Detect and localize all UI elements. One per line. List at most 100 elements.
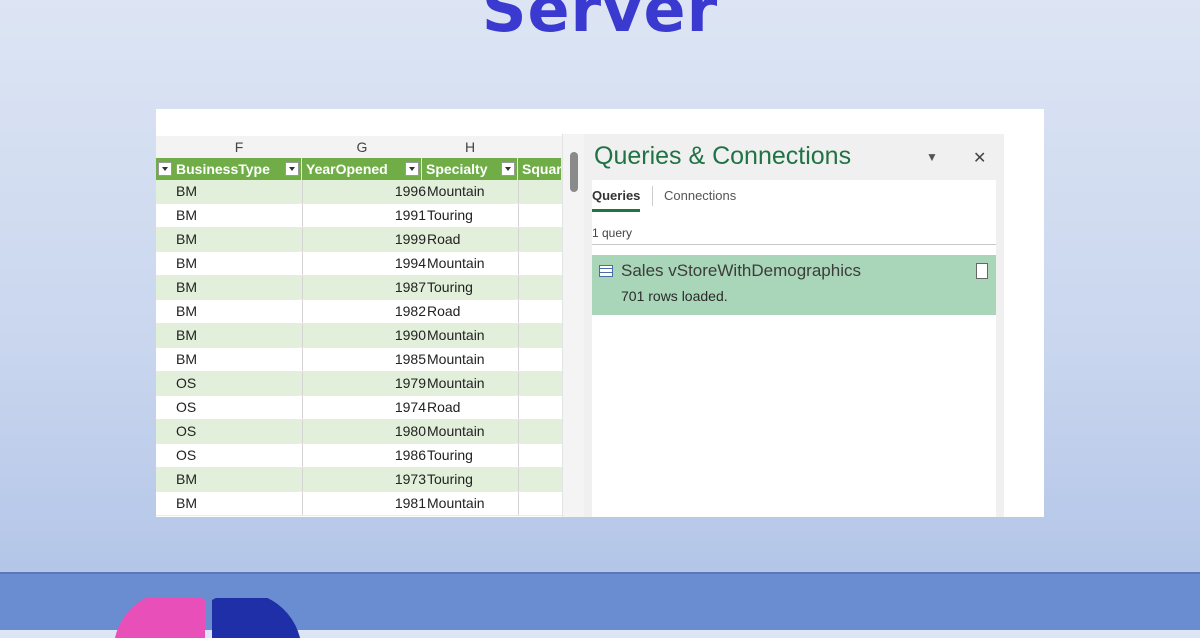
cell-businesstype[interactable]: BM <box>176 300 197 323</box>
cell-divider <box>518 276 519 299</box>
cell-yearopened[interactable]: 1987 <box>346 276 426 299</box>
tab-queries[interactable]: Queries <box>592 188 641 212</box>
cell-divider <box>518 420 519 443</box>
cell-specialty[interactable]: Mountain <box>427 420 485 443</box>
cell-yearopened[interactable]: 1985 <box>346 348 426 371</box>
table-row[interactable]: BM 1996 Mountain <box>156 180 562 204</box>
cell-specialty[interactable]: Mountain <box>427 372 485 395</box>
table-row[interactable]: BM 1994 Mountain <box>156 252 562 276</box>
cell-yearopened[interactable]: 1994 <box>346 252 426 275</box>
cell-divider <box>302 468 303 491</box>
column-letter-g[interactable]: G <box>302 136 422 158</box>
vertical-scrollbar[interactable] <box>562 134 585 517</box>
close-icon[interactable]: ✕ <box>973 148 986 168</box>
cell-divider <box>518 492 519 515</box>
table-row[interactable]: OS 1979 Mountain <box>156 372 562 396</box>
table-row[interactable]: BM 1981 Mountain <box>156 492 562 516</box>
cell-specialty[interactable]: Road <box>427 228 460 251</box>
queries-pane: Queries & Connections ▼ ✕ Queries Connec… <box>584 134 1004 517</box>
file-icon[interactable] <box>976 263 988 279</box>
cell-specialty[interactable]: Mountain <box>427 348 485 371</box>
cell-divider <box>518 204 519 227</box>
pane-body: Queries Connections 1 query Sales vStore… <box>592 180 996 517</box>
filter-dropdown-icon[interactable] <box>405 162 419 176</box>
cell-yearopened[interactable]: 1986 <box>346 444 426 467</box>
cell-specialty[interactable]: Touring <box>427 276 473 299</box>
cell-specialty[interactable]: Mountain <box>427 252 485 275</box>
cell-businesstype[interactable]: BM <box>176 228 197 251</box>
cell-businesstype[interactable]: OS <box>176 396 196 419</box>
filter-dropdown-icon[interactable] <box>285 162 299 176</box>
query-status: 701 rows loaded. <box>621 288 728 304</box>
filter-dropdown-icon[interactable] <box>158 162 172 176</box>
cell-divider <box>302 396 303 419</box>
cell-specialty[interactable]: Mountain <box>427 492 485 515</box>
cell-yearopened[interactable]: 1990 <box>346 324 426 347</box>
cell-yearopened[interactable]: 1996 <box>346 180 426 203</box>
cell-yearopened[interactable]: 1974 <box>346 396 426 419</box>
cell-yearopened[interactable]: 1982 <box>346 300 426 323</box>
cell-divider <box>302 228 303 251</box>
cell-divider <box>518 444 519 467</box>
cell-divider <box>518 300 519 323</box>
cell-yearopened[interactable]: 1999 <box>346 228 426 251</box>
table-row[interactable]: BM 1987 Touring <box>156 276 562 300</box>
query-item[interactable]: Sales vStoreWithDemographics 701 rows lo… <box>592 255 996 315</box>
cell-businesstype[interactable]: BM <box>176 252 197 275</box>
header-yearopened[interactable]: YearOpened <box>302 158 422 180</box>
cell-specialty[interactable]: Road <box>427 300 460 323</box>
table-row[interactable]: BM 1991 Touring <box>156 204 562 228</box>
cell-businesstype[interactable]: BM <box>176 492 197 515</box>
cell-businesstype[interactable]: BM <box>176 276 197 299</box>
cell-businesstype[interactable]: BM <box>176 324 197 347</box>
cell-businesstype[interactable]: BM <box>176 348 197 371</box>
cell-businesstype[interactable]: BM <box>176 204 197 227</box>
cell-specialty[interactable]: Road <box>427 396 460 419</box>
table-row[interactable]: OS 1974 Road <box>156 396 562 420</box>
cell-businesstype[interactable]: OS <box>176 372 196 395</box>
cell-divider <box>302 492 303 515</box>
header-squarefeet[interactable]: Squar <box>518 158 562 180</box>
table-row[interactable]: BM 1973 Touring <box>156 468 562 492</box>
cell-specialty[interactable]: Touring <box>427 468 473 491</box>
page-title: Server <box>481 0 719 46</box>
tab-connections[interactable]: Connections <box>664 188 736 203</box>
cell-divider <box>518 324 519 347</box>
cell-yearopened[interactable]: 1973 <box>346 468 426 491</box>
excel-screenshot: F G H BusinessType YearOpened Specialty … <box>156 109 1044 517</box>
cell-businesstype[interactable]: OS <box>176 420 196 443</box>
query-name: Sales vStoreWithDemographics <box>621 261 861 280</box>
cell-yearopened[interactable]: 1981 <box>346 492 426 515</box>
cell-yearopened[interactable]: 1980 <box>346 420 426 443</box>
cell-divider <box>518 396 519 419</box>
table-row[interactable]: BM 1982 Road <box>156 300 562 324</box>
cell-yearopened[interactable]: 1979 <box>346 372 426 395</box>
cell-specialty[interactable]: Touring <box>427 444 473 467</box>
tab-divider <box>652 186 653 206</box>
cell-divider <box>302 324 303 347</box>
table-row[interactable]: BM 1999 Road <box>156 228 562 252</box>
header-businesstype[interactable]: BusinessType <box>172 158 302 180</box>
cell-businesstype[interactable]: OS <box>176 444 196 467</box>
cell-specialty[interactable]: Mountain <box>427 180 485 203</box>
table-row[interactable]: OS 1980 Mountain <box>156 420 562 444</box>
table-row[interactable]: BM 1990 Mountain <box>156 324 562 348</box>
cell-divider <box>518 468 519 491</box>
pane-options-icon[interactable]: ▼ <box>926 150 938 164</box>
table-rows: BM 1996 Mountain BM 1991 Touring BM 1999 Road BM 1… <box>156 180 562 516</box>
filter-dropdown-icon[interactable] <box>501 162 515 176</box>
cell-businesstype[interactable]: BM <box>176 468 197 491</box>
column-letter-f[interactable]: F <box>176 136 302 158</box>
cell-divider <box>302 372 303 395</box>
column-letter-h[interactable]: H <box>422 136 518 158</box>
cell-specialty[interactable]: Mountain <box>427 324 485 347</box>
cell-divider <box>518 180 519 203</box>
table-row[interactable]: BM 1985 Mountain <box>156 348 562 372</box>
cell-yearopened[interactable]: 1991 <box>346 204 426 227</box>
cell-businesstype[interactable]: BM <box>176 180 197 203</box>
scrollbar-thumb[interactable] <box>570 152 578 192</box>
cell-divider <box>302 204 303 227</box>
cell-specialty[interactable]: Touring <box>427 204 473 227</box>
table-row[interactable]: OS 1986 Touring <box>156 444 562 468</box>
query-count: 1 query <box>592 226 633 240</box>
